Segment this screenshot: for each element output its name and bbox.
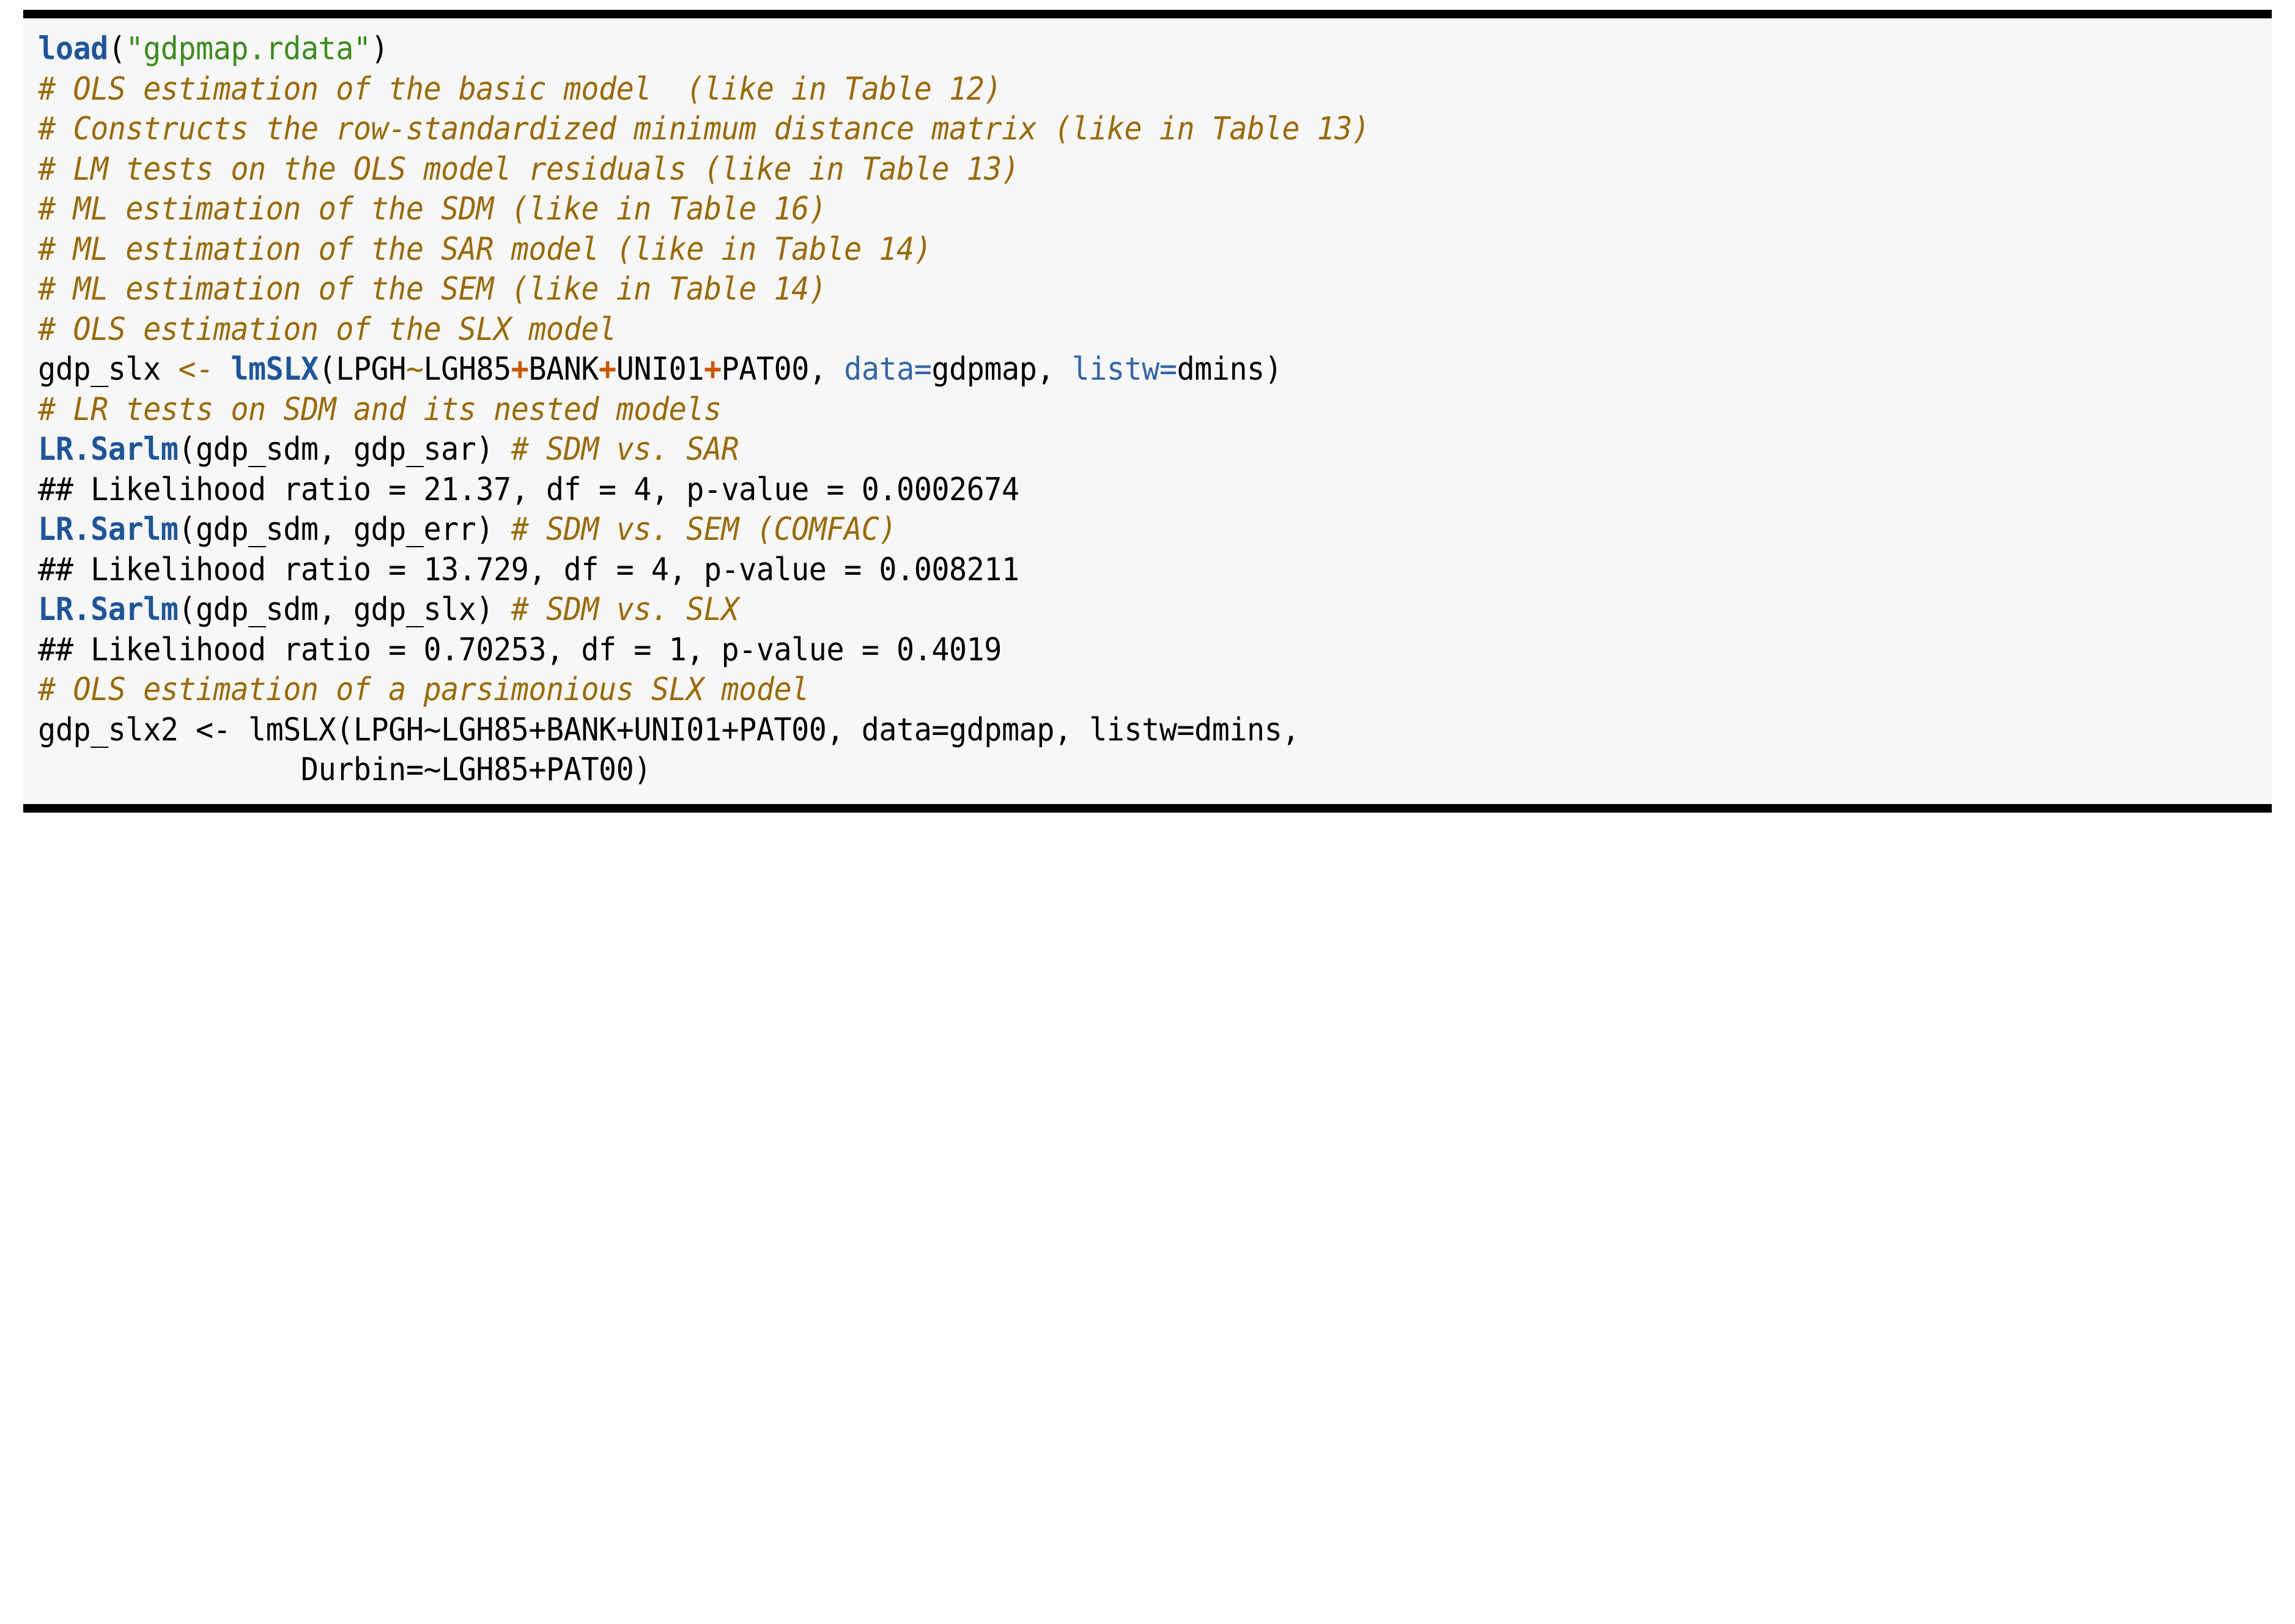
code-token-plain: ) <box>371 31 389 67</box>
code-token-plus: + <box>511 351 529 388</box>
code-token-fn: LR.Sarlm <box>38 511 179 548</box>
code-line: # LM tests on the OLS model residuals (l… <box>23 150 2115 190</box>
code-token-fn: LR.Sarlm <box>38 591 179 628</box>
code-token-plain: UNI01 <box>616 351 704 388</box>
code-token-plain: ## Likelihood ratio = 13.729, df = 4, p-… <box>38 551 1019 588</box>
code-line: ## Likelihood ratio = 21.37, df = 4, p-v… <box>23 470 2115 511</box>
code-token-plain: (gdp_sdm, gdp_err) <box>178 511 511 548</box>
code-token-arg: listw= <box>1071 351 1177 388</box>
code-line: # ML estimation of the SDM (like in Tabl… <box>23 190 2115 230</box>
code-token-comment: # ML estimation of the SEM (like in Tabl… <box>38 271 827 308</box>
code-token-comment: # OLS estimation of the SLX model <box>38 311 616 348</box>
listing-code-body: load("gdpmap.rdata") # OLS estimation of … <box>23 18 2272 804</box>
code-line: gdp_slx <- lmSLX(LPGH~LGH85+BANK+UNI01+P… <box>23 350 2115 390</box>
code-token-plain: PAT00, <box>721 351 844 388</box>
code-token-plain: BANK <box>528 351 599 388</box>
code-token-plain: gdpmap, <box>931 351 1072 388</box>
code-token-comment: # LM tests on the OLS model residuals (l… <box>38 150 1019 188</box>
code-line: # ML estimation of the SEM (like in Tabl… <box>23 270 2115 310</box>
code-line: # OLS estimation of a parsimonious SLX m… <box>23 670 2115 711</box>
code-token-plain: gdp_slx2 <- lmSLX(LPGH~LGH85+BANK+UNI01+… <box>38 711 1299 748</box>
code-token-plain: ## Likelihood ratio = 0.70253, df = 1, p… <box>38 631 1002 668</box>
code-line: LR.Sarlm(gdp_sdm, gdp_sar) # SDM vs. SAR <box>23 430 2115 470</box>
code-line: # OLS estimation of the basic model (lik… <box>23 70 2115 110</box>
code-token-plain: LGH85 <box>423 351 512 388</box>
r-code-listing-block: load("gdpmap.rdata") # OLS estimation of … <box>0 0 2295 1624</box>
code-token-plain: (gdp_sdm, gdp_slx) <box>178 591 511 628</box>
code-token-comment: # OLS estimation of a parsimonious SLX m… <box>38 671 809 708</box>
code-token-plain: Durbin=~LGH85+PAT00) <box>38 751 651 788</box>
code-line: ## Likelihood ratio = 0.70253, df = 1, p… <box>23 630 2115 671</box>
code-line: # LR tests on SDM and its nested models <box>23 390 2115 430</box>
code-line: gdp_slx2 <- lmSLX(LPGH~LGH85+BANK+UNI01+… <box>23 711 2115 751</box>
code-token-fn: load <box>38 31 108 67</box>
code-line: load("gdpmap.rdata") <box>23 29 2115 70</box>
code-token-op: ~ <box>405 351 424 388</box>
code-token-comment: # SDM vs. SAR <box>511 431 739 468</box>
code-token-plain: ( <box>108 31 126 67</box>
code-token-comment: # LR tests on SDM and its nested models <box>38 391 722 428</box>
code-token-comment: # SDM vs. SLX <box>511 591 739 628</box>
code-token-str: "gdpmap.rdata" <box>125 31 371 67</box>
code-line: # OLS estimation of the SLX model <box>23 310 2115 350</box>
listing-top-border <box>23 10 2272 18</box>
code-token-plain: dmins) <box>1177 351 1282 388</box>
code-token-plain: (LPGH <box>318 351 407 388</box>
code-token-plus: + <box>703 351 722 388</box>
code-token-fn: LR.Sarlm <box>38 431 179 468</box>
code-token-arg: data= <box>844 351 932 388</box>
code-token-plus: + <box>599 351 616 388</box>
code-line: ## Likelihood ratio = 13.729, df = 4, p-… <box>23 550 2115 591</box>
code-token-comment: # OLS estimation of the basic model (lik… <box>38 70 1002 108</box>
code-token-plain: ## Likelihood ratio = 21.37, df = 4, p-v… <box>38 471 1019 508</box>
code-token-comment: # Constructs the row-standardized minimu… <box>38 111 1370 147</box>
listing-bottom-border <box>23 803 2272 813</box>
code-token-plain: gdp_slx <box>38 351 179 388</box>
code-line: # ML estimation of the SAR model (like i… <box>23 230 2115 270</box>
code-line: LR.Sarlm(gdp_sdm, gdp_err) # SDM vs. SEM… <box>23 510 2115 550</box>
code-token-comment: # ML estimation of the SDM (like in Tabl… <box>38 191 827 227</box>
code-line: # Constructs the row-standardized minimu… <box>23 109 2115 150</box>
code-token-comment: # SDM vs. SEM (COMFAC) <box>511 511 897 548</box>
code-token-comment: # ML estimation of the SAR model (like i… <box>38 231 932 268</box>
code-token-plain: (gdp_sdm, gdp_sar) <box>178 431 511 468</box>
code-token-op: <- <box>178 351 213 388</box>
code-line: Durbin=~LGH85+PAT00) <box>23 750 2115 791</box>
code-token-fn: lmSLX <box>231 351 319 388</box>
code-line: LR.Sarlm(gdp_sdm, gdp_slx) # SDM vs. SLX <box>23 590 2115 630</box>
